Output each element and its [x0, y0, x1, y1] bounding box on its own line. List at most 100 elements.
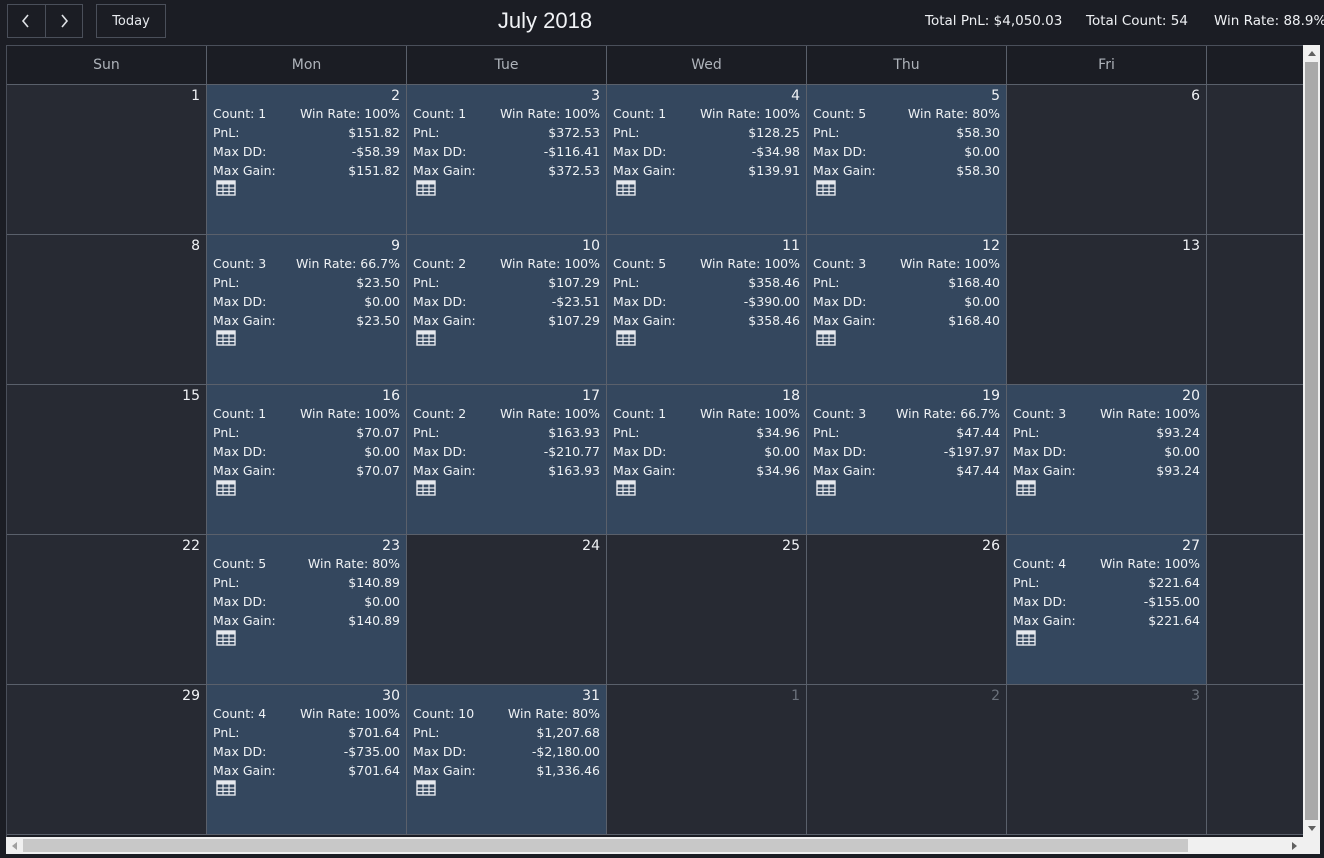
day-cell[interactable]: 16 Count: 1 Win Rate: 100% PnL: $70.07 Max DD…: [207, 385, 407, 535]
win-rate: Win Rate: 100%: [699, 106, 800, 121]
max-gain-label: Max Gain:: [213, 613, 276, 628]
table-grid-icon[interactable]: [1016, 480, 1036, 496]
max-dd-row: Max DD: -$155.00: [1013, 592, 1200, 611]
scroll-down-arrow-icon[interactable]: [1303, 820, 1320, 837]
day-cell[interactable]: 24: [407, 535, 607, 685]
today-button[interactable]: Today: [96, 4, 166, 38]
count-winrate-row: Count: 1 Win Rate: 100%: [413, 104, 600, 123]
month-grid: SunMonTueWedThuFriS 12Count: 1Win Rate: …: [7, 46, 1304, 835]
week-row: 15 16 Count: 1 Win Rate: 100% PnL: $70.07 Max …: [7, 385, 1304, 535]
day-cell[interactable]: 5 Count: 5 Win Rate: 80% PnL: $58.30 Max DD: $…: [807, 85, 1007, 235]
vertical-scrollbar[interactable]: [1303, 45, 1320, 837]
day-cell[interactable]: 22: [7, 535, 207, 685]
day-cell[interactable]: 25: [607, 535, 807, 685]
day-cell[interactable]: [1207, 535, 1304, 685]
vertical-scroll-thumb[interactable]: [1305, 62, 1318, 820]
day-cell[interactable]: 27 Count: 4 Win Rate: 100% PnL: $221.64 Max D…: [1007, 535, 1207, 685]
max-dd-label: Max DD:: [613, 144, 667, 159]
max-gain-row: Max Gain: $34.96: [613, 461, 800, 480]
max-dd-value: -$116.41: [543, 144, 600, 159]
day-cell[interactable]: 10 Count: 2 Win Rate: 100% PnL: $107.29 Max D…: [407, 235, 607, 385]
table-grid-icon[interactable]: [616, 330, 636, 346]
day-stats: Count: 2 Win Rate: 100% PnL: $107.29 Max DD:…: [413, 254, 600, 330]
pnl-value: $168.40: [948, 275, 1000, 290]
day-cell[interactable]: 15: [7, 385, 207, 535]
pnl-row: PnL: $93.24: [1013, 423, 1200, 442]
day-cell[interactable]: 11 Count: 5 Win Rate: 100% PnL: $358.46 Max D…: [607, 235, 807, 385]
day-cell[interactable]: 12 Count: 3 Win Rate: 100% PnL: $168.40 Max D…: [807, 235, 1007, 385]
day-cell[interactable]: 8: [7, 235, 207, 385]
pnl-row: PnL: $1,207.68: [413, 723, 600, 742]
day-cell[interactable]: 1: [607, 685, 807, 835]
table-grid-icon[interactable]: [216, 630, 236, 646]
table-grid-icon[interactable]: [816, 480, 836, 496]
table-grid-icon[interactable]: [616, 480, 636, 496]
day-cell[interactable]: 13: [1007, 235, 1207, 385]
day-cell[interactable]: 30 Count: 4 Win Rate: 100% PnL: $701.64 Max D…: [207, 685, 407, 835]
day-cell[interactable]: [1207, 235, 1304, 385]
pnl-label: PnL:: [413, 725, 440, 740]
table-grid-icon[interactable]: [216, 780, 236, 796]
max-gain-value: $168.40: [948, 313, 1000, 328]
horizontal-scrollbar[interactable]: [6, 837, 1303, 854]
max-dd-value: -$210.77: [543, 444, 600, 459]
scroll-left-arrow-icon[interactable]: [6, 837, 23, 854]
day-cell[interactable]: 20 Count: 3 Win Rate: 100% PnL: $93.24 Max DD…: [1007, 385, 1207, 535]
weeks-container: 1 2 Count: 1 Win Rate: 100% PnL: $151.82 Max D…: [7, 85, 1304, 835]
pnl-label: PnL:: [213, 425, 240, 440]
day-cell[interactable]: 19 Count: 3 Win Rate: 66.7% PnL: $47.44 Max D…: [807, 385, 1007, 535]
day-cell[interactable]: 9 Count: 3 Win Rate: 66.7% PnL: $23.50 Max DD…: [207, 235, 407, 385]
day-number: 24: [582, 538, 600, 554]
table-grid-icon[interactable]: [416, 480, 436, 496]
previous-month-button[interactable]: [8, 5, 45, 37]
table-grid-icon[interactable]: [1016, 630, 1036, 646]
table-grid-icon[interactable]: [616, 180, 636, 196]
table-grid-icon[interactable]: [216, 480, 236, 496]
day-cell[interactable]: 1: [7, 85, 207, 235]
day-cell[interactable]: 3 Count: 1 Win Rate: 100% PnL: $372.53 Max DD…: [407, 85, 607, 235]
next-month-button[interactable]: [44, 5, 83, 37]
pnl-row: PnL: $47.44: [813, 423, 1000, 442]
day-cell[interactable]: 2 Count: 1 Win Rate: 100% PnL: $151.82 Max DD…: [207, 85, 407, 235]
day-number: 2: [391, 88, 400, 104]
max-gain-value: $58.30: [956, 163, 1000, 178]
table-grid-icon[interactable]: [216, 330, 236, 346]
table-grid-icon[interactable]: [416, 180, 436, 196]
trade-count: Count: 2: [413, 406, 467, 421]
table-grid-icon[interactable]: [216, 180, 236, 196]
day-cell[interactable]: 18 Count: 1 Win Rate: 100% PnL: $34.96 Max DD…: [607, 385, 807, 535]
table-grid-icon[interactable]: [416, 780, 436, 796]
count-winrate-row: Count: 5 Win Rate: 80%: [813, 104, 1000, 123]
day-cell[interactable]: 3: [1007, 685, 1207, 835]
horizontal-scroll-thumb[interactable]: [23, 839, 1188, 852]
count-winrate-row: Count: 3 Win Rate: 100%: [1013, 404, 1200, 423]
day-number: 8: [191, 238, 200, 254]
table-grid-icon[interactable]: [816, 330, 836, 346]
scroll-right-arrow-icon[interactable]: [1286, 837, 1303, 854]
day-cell[interactable]: 23 Count: 5 Win Rate: 80% PnL: $140.89 Max DD…: [207, 535, 407, 685]
count-winrate-row: Count: 5 Win Rate: 100%: [613, 254, 800, 273]
day-number: 6: [1191, 88, 1200, 104]
day-cell[interactable]: 31 Count: 10 Win Rate: 80% PnL: $1,207.68 Max…: [407, 685, 607, 835]
day-number: 12: [982, 238, 1000, 254]
day-cell[interactable]: 4 Count: 1 Win Rate: 100% PnL: $128.25 Max DD…: [607, 85, 807, 235]
scroll-up-arrow-icon[interactable]: [1303, 45, 1320, 62]
count-winrate-row: Count: 5 Win Rate: 80%: [213, 554, 400, 573]
pnl-label: PnL:: [213, 725, 240, 740]
table-grid-icon[interactable]: [416, 330, 436, 346]
max-gain-value: $372.53: [548, 163, 600, 178]
day-cell[interactable]: 2: [807, 685, 1007, 835]
day-cell[interactable]: 6: [1007, 85, 1207, 235]
trade-count: Count: 3: [1013, 406, 1067, 421]
max-gain-row: Max Gain: $1,336.46: [413, 761, 600, 780]
table-grid-icon[interactable]: [816, 180, 836, 196]
day-cell[interactable]: 26: [807, 535, 1007, 685]
day-cell[interactable]: 17 Count: 2 Win Rate: 100% PnL: $163.93 Max D…: [407, 385, 607, 535]
pnl-value: $358.46: [748, 275, 800, 290]
day-cell[interactable]: 29: [7, 685, 207, 835]
day-cell[interactable]: [1207, 685, 1304, 835]
day-cell[interactable]: [1207, 85, 1304, 235]
day-number: 4: [791, 88, 800, 104]
day-cell[interactable]: [1207, 385, 1304, 535]
win-rate: Win Rate: 66.7%: [295, 256, 400, 271]
